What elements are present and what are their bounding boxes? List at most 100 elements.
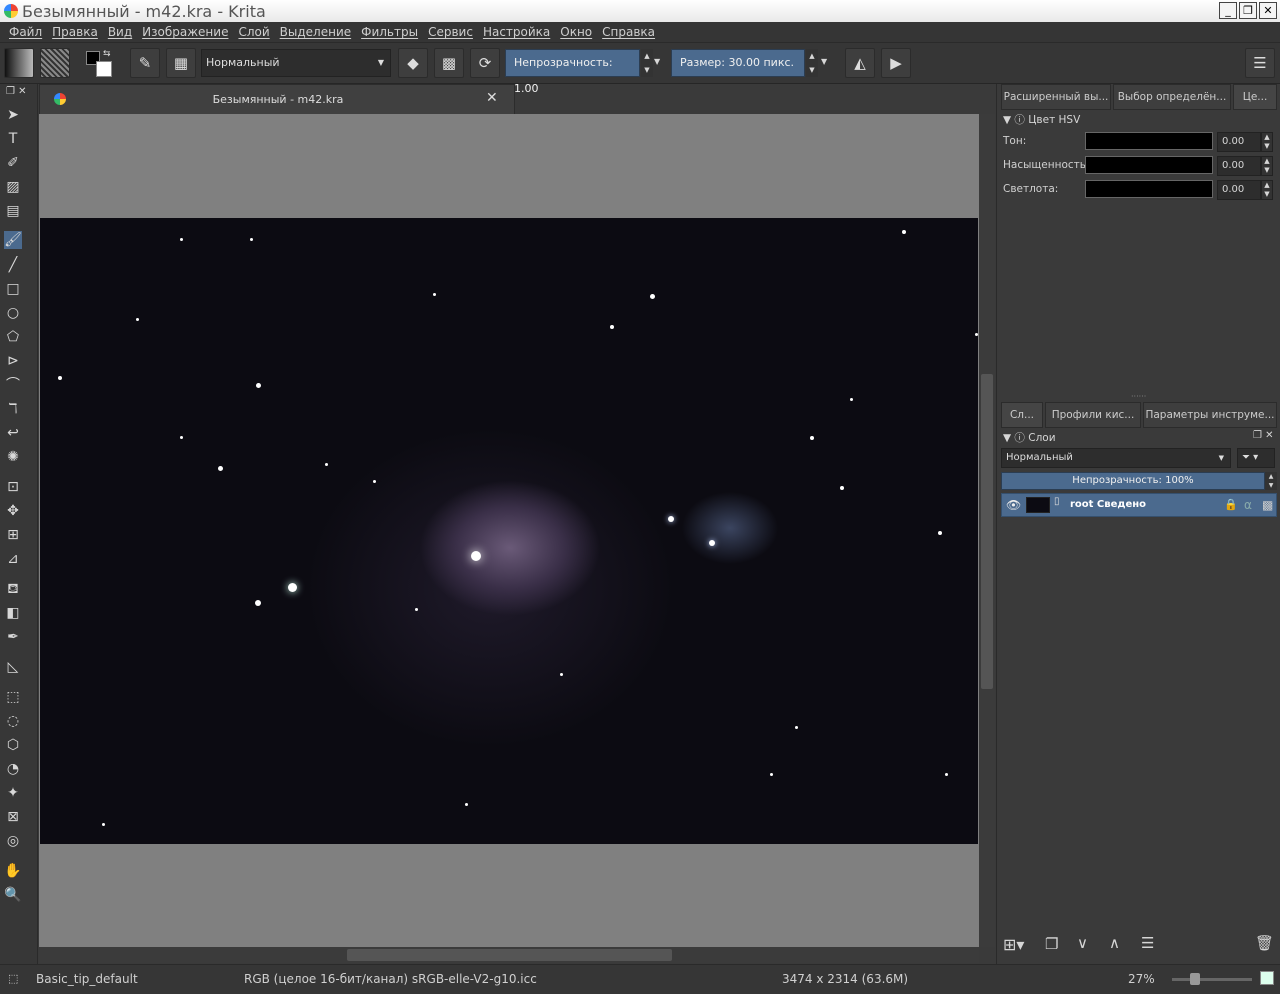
menu-edit[interactable]: Правка bbox=[47, 22, 103, 42]
dynamic-brush-icon[interactable]: ↩ bbox=[4, 424, 22, 442]
ellipse-select-icon[interactable]: ◌ bbox=[4, 712, 22, 730]
menu-settings[interactable]: Настройка bbox=[478, 22, 555, 42]
saturation-input[interactable]: 0.00 bbox=[1217, 156, 1261, 176]
text-tool-icon[interactable]: T bbox=[4, 130, 22, 148]
inherit-alpha-icon[interactable]: ▩ bbox=[1262, 498, 1273, 512]
saturation-slider[interactable] bbox=[1085, 156, 1213, 174]
layer-opacity-spin[interactable]: ▲ ▼ bbox=[1265, 472, 1277, 490]
menu-layer[interactable]: Слой bbox=[233, 22, 274, 42]
polygon-select-icon[interactable]: ⬡ bbox=[4, 736, 22, 754]
preserve-alpha-icon[interactable]: ▩ bbox=[434, 48, 464, 78]
fg-bg-color-selector[interactable]: ⇆ bbox=[84, 49, 116, 79]
brush-status-icon[interactable]: ⬚ bbox=[8, 972, 18, 985]
move-tool-icon[interactable]: ✥ bbox=[4, 502, 22, 520]
menu-view[interactable]: Вид bbox=[103, 22, 137, 42]
similar-select-icon[interactable]: ⊠ bbox=[4, 808, 22, 826]
layer-properties-icon[interactable]: ☰ bbox=[1141, 934, 1154, 952]
zoom-slider[interactable] bbox=[1172, 978, 1252, 981]
menu-window[interactable]: Окно bbox=[555, 22, 597, 42]
tab-tool-options[interactable]: Параметры инструме... bbox=[1143, 402, 1277, 428]
size-spin-button[interactable]: ▲ ▼ bbox=[806, 49, 818, 77]
size-slider[interactable]: Размер: 30.00 пикс. bbox=[671, 49, 805, 77]
brush-editor-icon[interactable]: ▦ bbox=[166, 48, 196, 78]
minimize-button[interactable]: _ bbox=[1219, 2, 1237, 19]
horizontal-scroll-thumb[interactable] bbox=[347, 949, 672, 961]
zoom-slider-handle[interactable] bbox=[1190, 973, 1200, 985]
gradient-tool-icon[interactable]: ◧ bbox=[4, 604, 22, 622]
color-picker-icon[interactable]: ✒ bbox=[4, 628, 22, 646]
line-tool-icon[interactable]: ╱ bbox=[4, 256, 22, 274]
rect-select-icon[interactable]: ⬚ bbox=[4, 688, 22, 706]
alpha-lock-icon[interactable]: α bbox=[1244, 498, 1252, 512]
menu-file[interactable]: Файл bbox=[4, 22, 47, 42]
layers-float-close-icon[interactable]: ❐ ✕ bbox=[1253, 430, 1274, 441]
crop-tool-icon[interactable]: ⊡ bbox=[4, 478, 22, 496]
pattern-preset-button[interactable] bbox=[40, 48, 70, 78]
measure-tool-icon[interactable]: ◺ bbox=[4, 658, 22, 676]
document-tab[interactable]: Безымянный - m42.kra ✕ bbox=[39, 84, 515, 114]
tab-brush-presets[interactable]: Профили кис... bbox=[1045, 402, 1141, 428]
collapse-icon[interactable]: ▼ ⓘ bbox=[1003, 114, 1025, 126]
background-color-swatch[interactable] bbox=[96, 61, 112, 77]
reload-preset-icon[interactable]: ⟳ bbox=[470, 48, 500, 78]
freehand-brush-icon[interactable]: 🖌 bbox=[4, 231, 22, 249]
pan-tool-icon[interactable]: ✋ bbox=[4, 862, 22, 880]
size-menu-icon[interactable]: ▼ bbox=[821, 57, 827, 66]
bezier-select-icon[interactable]: ◎ bbox=[4, 832, 22, 850]
assistant-tool-icon[interactable]: ⊿ bbox=[4, 550, 22, 568]
close-document-icon[interactable]: ✕ bbox=[486, 90, 498, 106]
polygon-tool-icon[interactable]: ⬠ bbox=[4, 328, 22, 346]
layer-opacity-slider[interactable]: Непрозрачность: 100% bbox=[1001, 472, 1265, 490]
nebula-image[interactable] bbox=[40, 218, 978, 844]
edit-shapes-icon[interactable]: ✐ bbox=[4, 154, 22, 172]
menu-help[interactable]: Справка bbox=[597, 22, 660, 42]
tab-specific-color[interactable]: Выбор определён... bbox=[1113, 84, 1231, 110]
move-layer-up-icon[interactable]: ∧ bbox=[1109, 934, 1120, 952]
fill-tool-icon[interactable]: ⛾ bbox=[4, 580, 22, 598]
value-spin[interactable]: ▲ ▼ bbox=[1261, 180, 1273, 200]
tab-advanced-color[interactable]: Расширенный вы... bbox=[1001, 84, 1111, 110]
toolbox-float-icon[interactable]: ❐ ✕ bbox=[6, 86, 27, 97]
freehand-select-icon[interactable]: ◔ bbox=[4, 760, 22, 778]
tab-hsv-color[interactable]: Це... bbox=[1233, 84, 1277, 110]
menu-select[interactable]: Выделение bbox=[275, 22, 356, 42]
close-button[interactable]: ✕ bbox=[1259, 2, 1277, 19]
menu-filters[interactable]: Фильтры bbox=[356, 22, 423, 42]
menu-image[interactable]: Изображение bbox=[137, 22, 233, 42]
gradient-preset-button[interactable] bbox=[4, 48, 34, 78]
multibrush-icon[interactable]: ✺ bbox=[4, 448, 22, 466]
workspace-menu-icon[interactable]: ☰ bbox=[1245, 48, 1275, 78]
lock-icon[interactable]: 🔒 bbox=[1224, 498, 1238, 511]
rectangle-tool-icon[interactable]: □ bbox=[4, 280, 22, 298]
vertical-scroll-thumb[interactable] bbox=[981, 374, 993, 689]
value-input[interactable]: 0.00 bbox=[1217, 180, 1261, 200]
magic-wand-icon[interactable]: ✦ bbox=[4, 784, 22, 802]
hue-spin[interactable]: ▲ ▼ bbox=[1261, 132, 1273, 152]
dock-splitter[interactable]: ······ bbox=[1131, 392, 1146, 401]
hue-input[interactable]: 0.00 bbox=[1217, 132, 1261, 152]
opacity-slider[interactable]: Непрозрачность: 1.00 bbox=[505, 49, 640, 95]
opacity-spin-button[interactable]: ▲ ▼ bbox=[641, 49, 653, 77]
blend-mode-select[interactable]: Нормальный ▼ bbox=[201, 49, 391, 77]
value-slider[interactable] bbox=[1085, 180, 1213, 198]
mirror-horizontal-icon[interactable]: ◭ bbox=[845, 48, 875, 78]
mirror-vertical-icon[interactable]: ▶ bbox=[881, 48, 911, 78]
restore-button[interactable]: ❐ bbox=[1239, 2, 1257, 19]
eraser-mode-icon[interactable]: ◆ bbox=[398, 48, 428, 78]
collapse-icon[interactable]: ▼ ⓘ bbox=[1003, 432, 1025, 444]
layer-row[interactable]: 👁 ▯ root Сведено 🔒 α ▩ bbox=[1001, 493, 1277, 517]
add-layer-icon[interactable]: ⊞▾ bbox=[1003, 935, 1024, 954]
hue-slider[interactable] bbox=[1085, 132, 1213, 150]
select-shapes-icon[interactable]: ➤ bbox=[4, 106, 22, 124]
ellipse-tool-icon[interactable]: ○ bbox=[4, 304, 22, 322]
canvas-only-icon[interactable] bbox=[1260, 971, 1274, 985]
pattern-edit-icon[interactable]: ▤ bbox=[4, 202, 22, 220]
freehand-path-icon[interactable]: ℸ bbox=[4, 400, 22, 418]
bezier-tool-icon[interactable]: ⌒ bbox=[4, 376, 22, 394]
horizontal-scrollbar[interactable] bbox=[39, 947, 979, 963]
zoom-tool-icon[interactable]: 🔍 bbox=[4, 886, 22, 904]
polyline-tool-icon[interactable]: ⊳ bbox=[4, 352, 22, 370]
move-layer-down-icon[interactable]: ∨ bbox=[1077, 934, 1088, 952]
tab-layers[interactable]: Сл... bbox=[1001, 402, 1043, 428]
saturation-spin[interactable]: ▲ ▼ bbox=[1261, 156, 1273, 176]
